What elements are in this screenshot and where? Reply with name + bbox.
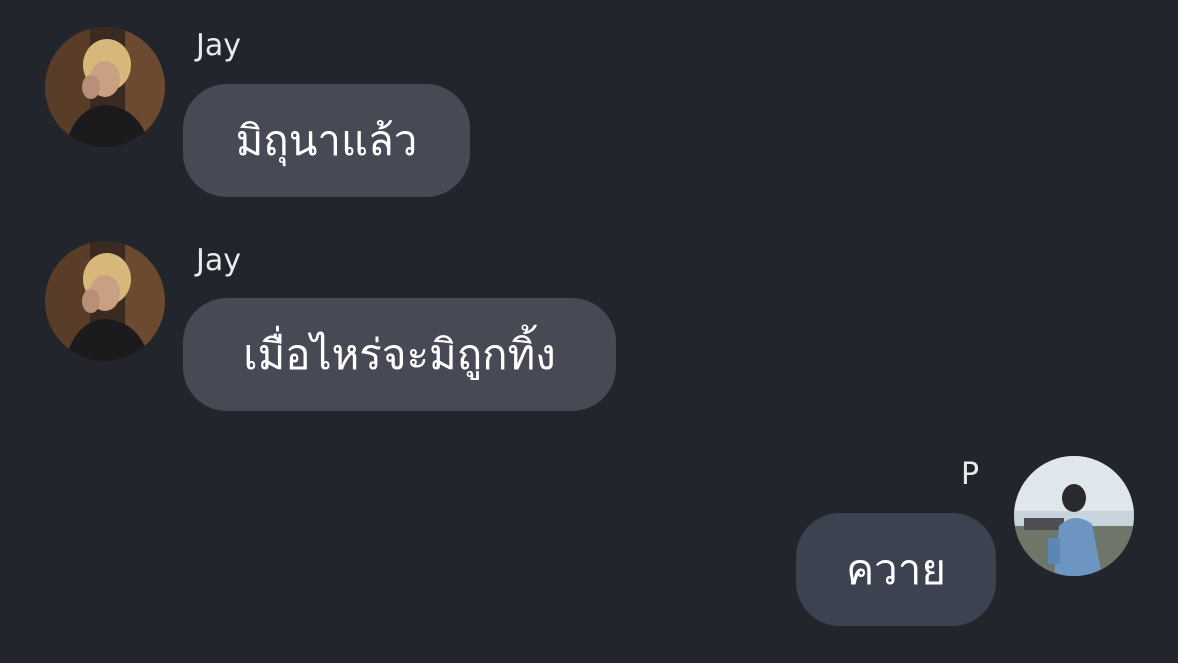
avatar-jay[interactable] bbox=[45, 241, 165, 361]
sender-name: P bbox=[961, 457, 980, 492]
p-photo-icon bbox=[1014, 456, 1134, 576]
message-bubble[interactable]: มิถุนาแล้ว bbox=[183, 84, 470, 197]
avatar-jay[interactable] bbox=[45, 27, 165, 147]
sender-name: Jay bbox=[196, 243, 241, 278]
sender-name: Jay bbox=[196, 28, 241, 63]
message-bubble[interactable]: เมื่อไหร่จะมิถูกทิ้ง bbox=[183, 298, 616, 411]
message-bubble[interactable]: ควาย bbox=[796, 513, 996, 626]
chat-thread[interactable]: Jay มิถุนาแล้ว Jay เมื่อไหร่จะมิถูกทิ้ง … bbox=[0, 0, 1178, 663]
avatar-p[interactable] bbox=[1014, 456, 1134, 576]
jay-photo-icon bbox=[45, 27, 165, 147]
jay-photo-icon bbox=[45, 241, 165, 361]
